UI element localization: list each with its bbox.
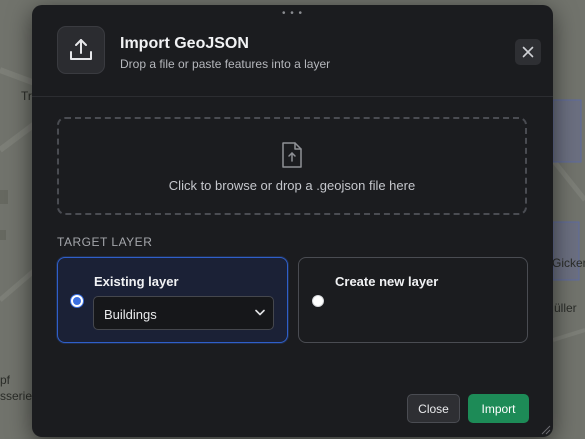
layer-select[interactable]: Buildings: [93, 296, 274, 330]
map-label: Tr: [21, 89, 32, 103]
map-label: üller: [554, 301, 577, 315]
target-layer-label: TARGET LAYER: [57, 235, 153, 249]
dialog-title: Import GeoJSON: [120, 35, 249, 52]
create-new-layer-radio[interactable]: [312, 295, 324, 307]
import-button[interactable]: Import: [468, 394, 529, 423]
upload-icon: [57, 26, 105, 74]
layer-select-value: Buildings: [104, 307, 157, 322]
close-button[interactable]: Close: [407, 394, 460, 423]
dialog-header: Import GeoJSON Drop a file or paste feat…: [32, 5, 553, 97]
chevron-down-icon: [255, 309, 265, 316]
close-icon-button[interactable]: [515, 39, 541, 65]
create-new-layer-title: Create new layer: [335, 274, 439, 289]
dropzone-text: Click to browse or drop a .geojson file …: [168, 178, 416, 193]
map-label: pf: [0, 373, 11, 387]
import-geojson-dialog: • • • Import GeoJSON Drop a file or past…: [32, 5, 553, 437]
file-upload-icon: [282, 142, 302, 168]
close-icon: [522, 46, 534, 58]
existing-layer-title: Existing layer: [94, 274, 179, 289]
resize-grip-icon[interactable]: [539, 423, 551, 435]
map-label: sserie: [0, 389, 33, 403]
existing-layer-radio[interactable]: [71, 295, 83, 307]
map-label: Gicker: [552, 256, 585, 270]
dialog-subtitle: Drop a file or paste features into a lay…: [120, 57, 331, 71]
option-existing-layer[interactable]: Existing layer Buildings: [57, 257, 288, 343]
option-create-new-layer[interactable]: Create new layer: [298, 257, 528, 343]
file-dropzone[interactable]: Click to browse or drop a .geojson file …: [57, 117, 527, 215]
